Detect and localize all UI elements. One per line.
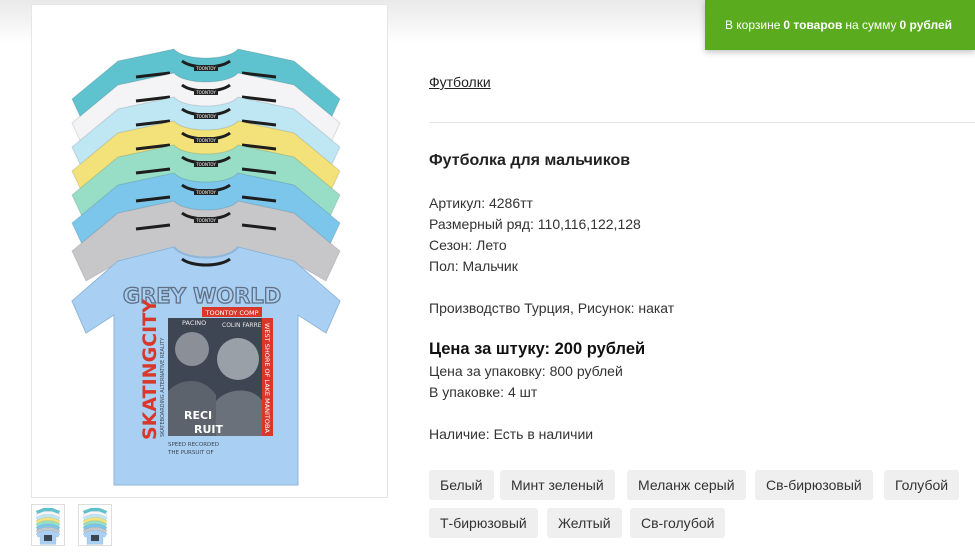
- print-ruit: RUIT: [194, 423, 223, 436]
- product-sizes: Размерный ряд: 110,116,122,128: [429, 216, 641, 232]
- shirt-label-text: TOONTOY: [195, 190, 216, 195]
- shirt-label-text: TOONTOY: [195, 138, 216, 143]
- shirt-label-text: TOONTOY: [195, 114, 216, 119]
- breadcrumb-link-category[interactable]: Футболки: [429, 74, 491, 90]
- thumbnail-2[interactable]: [78, 504, 112, 546]
- color-option[interactable]: Св-голубой: [630, 508, 726, 538]
- cart-prefix: В корзине: [724, 18, 781, 32]
- print-sub: SKATEBOARDING ALTERNATIVE REALITY: [160, 337, 166, 437]
- print-skating-city: SKATINGCITY: [139, 299, 161, 440]
- pack-quantity: В упаковке: 4 шт: [429, 384, 538, 400]
- color-option[interactable]: Меланж серый: [627, 470, 746, 500]
- color-option[interactable]: Белый: [429, 470, 494, 500]
- product-gender: Пол: Мальчик: [429, 258, 518, 274]
- shirt-label-text: TOONTOY: [195, 162, 216, 167]
- print-brand: TOONTOY COMP: [204, 309, 258, 317]
- thumbnail-1[interactable]: [31, 504, 65, 546]
- print-pacino: PACINO: [182, 319, 206, 327]
- product-title: Футболка для мальчиков: [429, 152, 631, 169]
- print-reci: RECI: [184, 409, 212, 422]
- thumbnail-1-image: [35, 507, 61, 545]
- availability-status: Наличие: Есть в наличии: [429, 426, 594, 442]
- print-speed: SPEED RECORDED: [168, 442, 219, 448]
- cart-count: 0 товаров: [783, 18, 843, 32]
- color-option[interactable]: Голубой: [884, 470, 960, 500]
- product-season: Сезон: Лето: [429, 237, 507, 253]
- product-article: Артикул: 4286тт: [429, 195, 533, 211]
- cart-middle: на сумму: [845, 18, 897, 32]
- price-per-unit: Цена за штуку: 200 рублей: [429, 340, 646, 358]
- cart-sum: 0 рублей: [899, 18, 953, 32]
- color-option[interactable]: Св-бирюзовый: [755, 470, 873, 500]
- divider: [429, 122, 975, 123]
- shirt-label-text: TOONTOY: [195, 90, 216, 95]
- shirt-label-text: TOONTOY: [195, 218, 216, 223]
- product-production: Производство Турция, Рисунок: накат: [429, 300, 675, 316]
- color-option[interactable]: Желтый: [547, 508, 622, 538]
- product-main-image[interactable]: TOONTOY TOONTOY TOONTOY TOONTOY TOONTOY TOONT…: [31, 4, 388, 498]
- print-side-text: WEST SHORE OF LAKE MANITOBA: [263, 323, 271, 433]
- thumbnail-2-image: [82, 507, 108, 545]
- print-farrell: COLIN FARRELL: [222, 322, 269, 329]
- price-per-pack: Цена за упаковку: 800 рублей: [429, 363, 623, 379]
- color-option[interactable]: Т-бирюзовый: [429, 508, 538, 538]
- tshirt-stack-illustration: TOONTOY TOONTOY TOONTOY TOONTOY TOONTOY TOONT…: [71, 48, 341, 486]
- print-pursuit: THE PURSUIT OF: [167, 450, 214, 456]
- color-option[interactable]: Минт зеленый: [500, 470, 615, 500]
- shirt-label-text: TOONTOY: [195, 66, 216, 71]
- cart-summary-banner[interactable]: В корзине 0 товаров на сумму 0 рублей: [705, 0, 975, 50]
